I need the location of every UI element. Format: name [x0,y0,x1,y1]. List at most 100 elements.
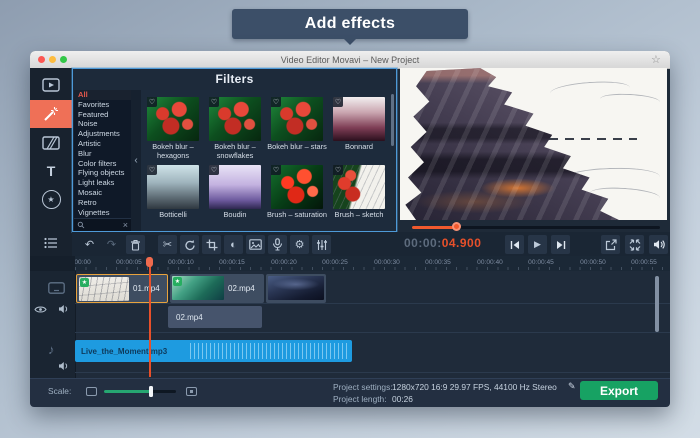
filters-panel-title: Filters [215,72,254,86]
image-button[interactable] [246,235,265,254]
ruler-tick-label: 00:00:05 [116,259,142,266]
category-item[interactable]: Favorites [74,100,131,110]
playhead-handle[interactable] [146,257,153,267]
favorite-star-icon[interactable]: ☆ [651,53,661,66]
video-clip[interactable]: ★ 02.mp4 [170,274,264,303]
seek-handle[interactable] [452,222,461,231]
export-button[interactable]: Export [580,381,658,400]
filter-card[interactable]: ♡ Botticelli [142,162,204,230]
timeline-scrollbar[interactable] [655,276,659,332]
scale-slider-fill [104,390,151,393]
next-frame-button[interactable] [551,235,570,254]
filter-thumbnail[interactable]: ♡ [333,165,385,209]
favorite-heart-icon[interactable]: ♡ [147,97,157,107]
category-item[interactable]: Mosaic [74,188,131,198]
tab-media[interactable] [36,74,66,96]
tab-stickers[interactable]: ★ [36,188,66,210]
mute-video-track-button[interactable] [57,303,71,315]
hide-track-button[interactable] [33,304,47,314]
clip-label: 01.mp4 [133,284,160,293]
filter-card[interactable]: ♡ Brush – sketch [328,162,390,230]
properties-button[interactable] [312,235,331,254]
category-item[interactable]: Flying objects [74,168,131,178]
filter-label: Bonnard [345,142,373,151]
play-button[interactable]: ▶ [528,235,547,254]
clear-search-button[interactable]: × [123,220,128,230]
category-item[interactable]: Color filters [74,159,131,169]
filter-card[interactable]: ♡ Bokeh blur – stars [266,94,328,162]
chevron-left-icon: ‹ [134,155,138,166]
filter-thumbnail[interactable]: ♡ [271,165,323,209]
magic-wand-icon[interactable] [36,103,66,125]
titles-icon: T [46,163,56,179]
filter-card[interactable]: ♡ Bonnard [328,94,390,162]
color-adjust-button[interactable]: ◐ [224,235,243,254]
filter-thumbnail[interactable]: ♡ [209,165,261,209]
favorite-heart-icon[interactable]: ♡ [209,165,219,175]
scissors-icon: ✂ [162,239,173,251]
filter-card[interactable]: ♡ Brush – saturation [266,162,328,230]
settings-button[interactable]: ⚙ [290,235,309,254]
tab-titles[interactable]: T [36,160,66,182]
fullscreen-button[interactable] [625,235,644,254]
undo-button[interactable]: ↶ [80,235,99,254]
playhead[interactable] [149,257,151,377]
ruler-tick-label: 00:00:20 [271,259,297,266]
favorite-heart-icon[interactable]: ♡ [333,165,343,175]
overlay-clip[interactable]: 02.mp4 [168,306,262,328]
window-title: Video Editor Movavi – New Project [280,54,420,65]
category-item[interactable]: Noise [74,119,131,129]
filter-card[interactable]: ♡ Boudin [204,162,266,230]
zoom-out-icon[interactable] [86,387,97,396]
category-item[interactable]: Featured [74,110,131,120]
category-item[interactable]: Adjustments [74,129,131,139]
project-settings-value: 1280x720 16:9 29.97 FPS, 44100 Hz Stereo [392,382,557,392]
audio-clip[interactable]: Live_the_Moment.mp3 [75,340,352,362]
detach-player-button[interactable] [601,235,620,254]
timeline-menu-button[interactable] [36,234,66,252]
mute-audio-track-button[interactable] [57,360,71,372]
audio-waveform [190,343,348,359]
speaker-icon [59,305,68,313]
sliders-icon [316,239,327,250]
video-clip[interactable] [266,274,326,303]
grid-scrollbar[interactable] [391,94,394,146]
favorite-heart-icon[interactable]: ♡ [271,165,281,175]
category-item[interactable]: Artistic [74,139,131,149]
scale-slider-handle[interactable] [149,386,153,397]
category-item[interactable]: All [74,90,131,100]
favorite-heart-icon[interactable]: ♡ [271,97,281,107]
favorite-heart-icon[interactable]: ♡ [147,165,157,175]
filter-thumbnail[interactable]: ♡ [147,97,199,141]
delete-button[interactable] [126,235,145,254]
category-search-field[interactable]: × [74,218,131,231]
edit-settings-button[interactable]: ✎ [568,381,576,392]
zoom-in-icon[interactable] [186,387,197,396]
category-item[interactable]: Retro [74,198,131,208]
list-icon [44,237,57,249]
category-item[interactable]: Blur [74,149,131,159]
video-clip[interactable]: ★ 01.mp4 [76,274,168,303]
split-button[interactable]: ✂ [158,235,177,254]
record-voice-button[interactable] [268,235,287,254]
timeline-ruler[interactable]: 00:00:00 00:00:05 00:00:10 00:00:15 00:0… [75,256,670,271]
collapse-categories-button[interactable]: ‹ [131,90,141,231]
filter-thumbnail[interactable]: ♡ [209,97,261,141]
filter-label: Botticelli [159,210,187,219]
category-item[interactable]: Light leaks [74,178,131,188]
filter-thumbnail[interactable]: ♡ [333,97,385,141]
tab-transitions[interactable] [36,132,66,154]
previous-frame-button[interactable] [505,235,524,254]
volume-button[interactable] [649,235,668,254]
filter-card[interactable]: ♡ Bokeh blur – hexagons [142,94,204,162]
favorite-heart-icon[interactable]: ♡ [209,97,219,107]
ruler-tick-label: 00:00:30 [374,259,400,266]
filter-thumbnail[interactable]: ♡ [271,97,323,141]
filter-card[interactable]: ♡ Bokeh blur – snowflakes [204,94,266,162]
favorite-heart-icon[interactable]: ♡ [333,97,343,107]
crop-button[interactable] [202,235,221,254]
category-item[interactable]: Vignettes [74,208,131,218]
rotate-button[interactable] [180,235,199,254]
filter-thumbnail[interactable]: ♡ [147,165,199,209]
redo-button[interactable]: ↷ [102,235,121,254]
